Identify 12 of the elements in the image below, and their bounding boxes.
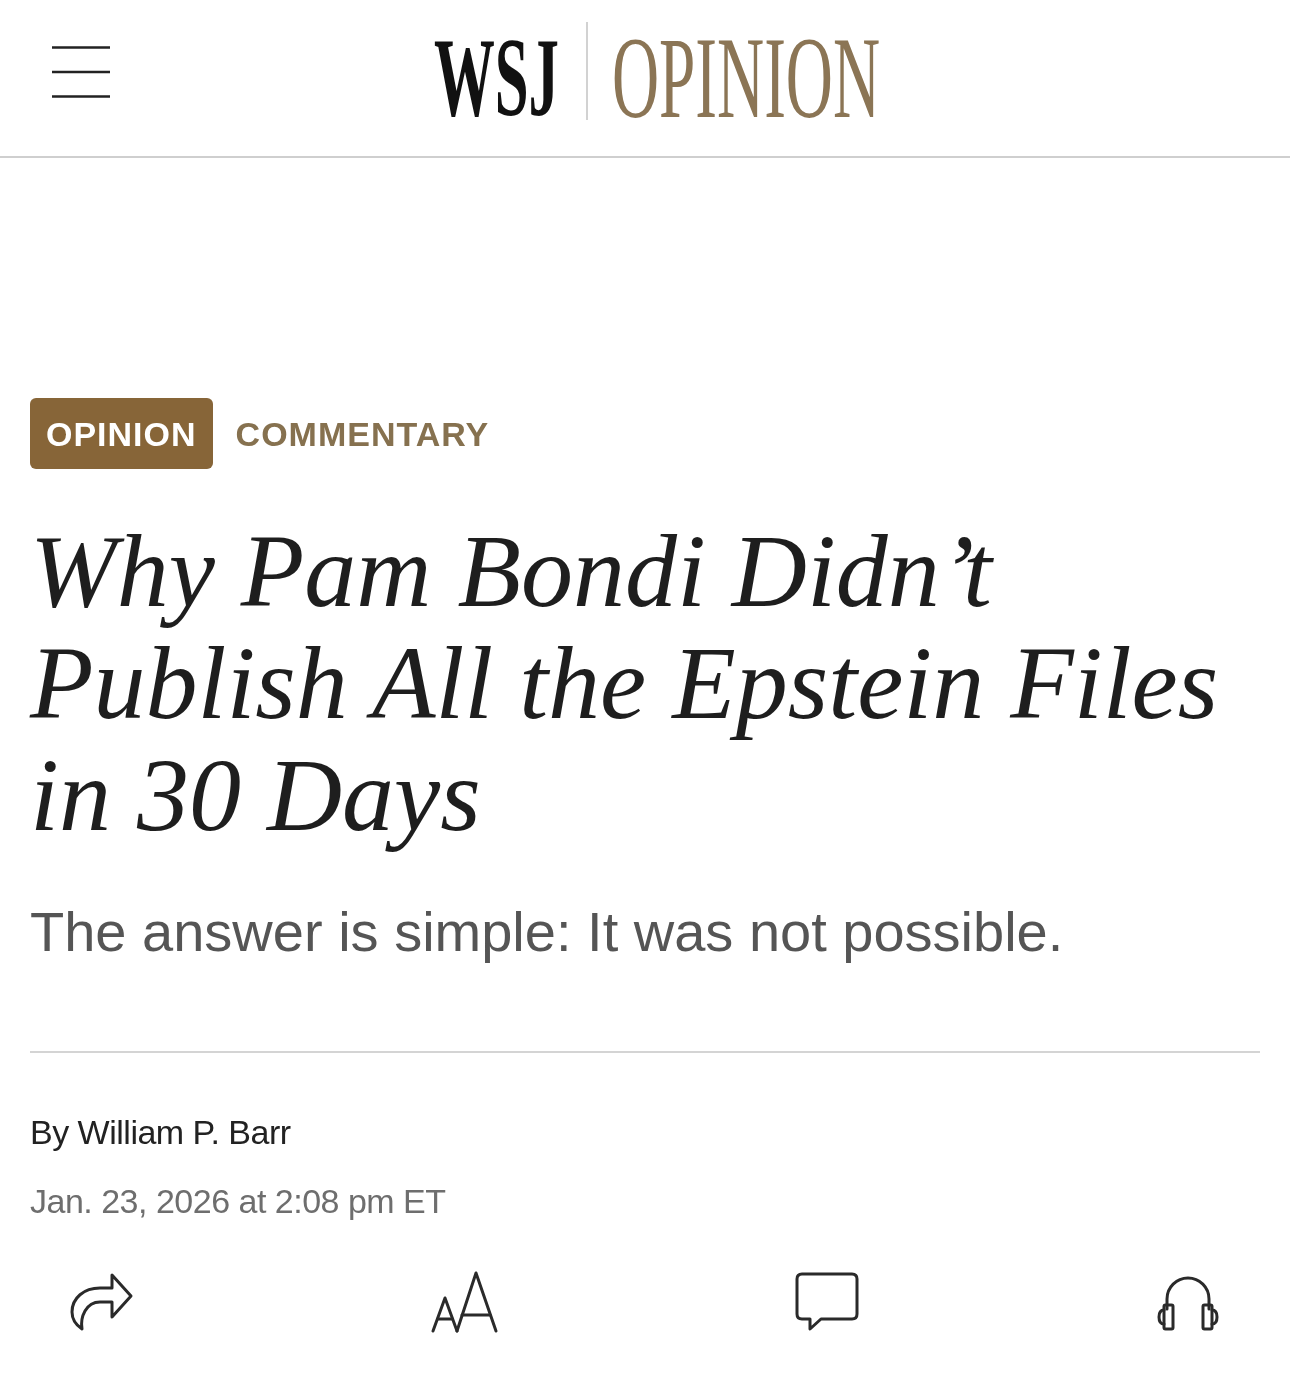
section-wordmark: OPINION <box>611 39 880 117</box>
article-subheadline: The answer is simple: It was not possible. <box>30 900 1065 964</box>
share-icon[interactable] <box>68 1272 134 1332</box>
publication-logo: WSJ <box>433 39 559 115</box>
menu-icon[interactable] <box>51 45 111 98</box>
text-size-icon[interactable] <box>430 1271 499 1333</box>
article-headline: Why Pam Bondi Didn’t Publish All the Epstein Files in 30 Days <box>30 515 1220 851</box>
section-tag[interactable]: OPINION <box>30 398 213 469</box>
publish-date: Jan. 23, 2026 at 2:08 pm ET <box>30 1181 447 1221</box>
comment-icon[interactable] <box>795 1272 860 1332</box>
author-byline: By William P. Barr <box>30 1112 292 1152</box>
category-tag[interactable]: COMMENTARY <box>235 416 490 451</box>
